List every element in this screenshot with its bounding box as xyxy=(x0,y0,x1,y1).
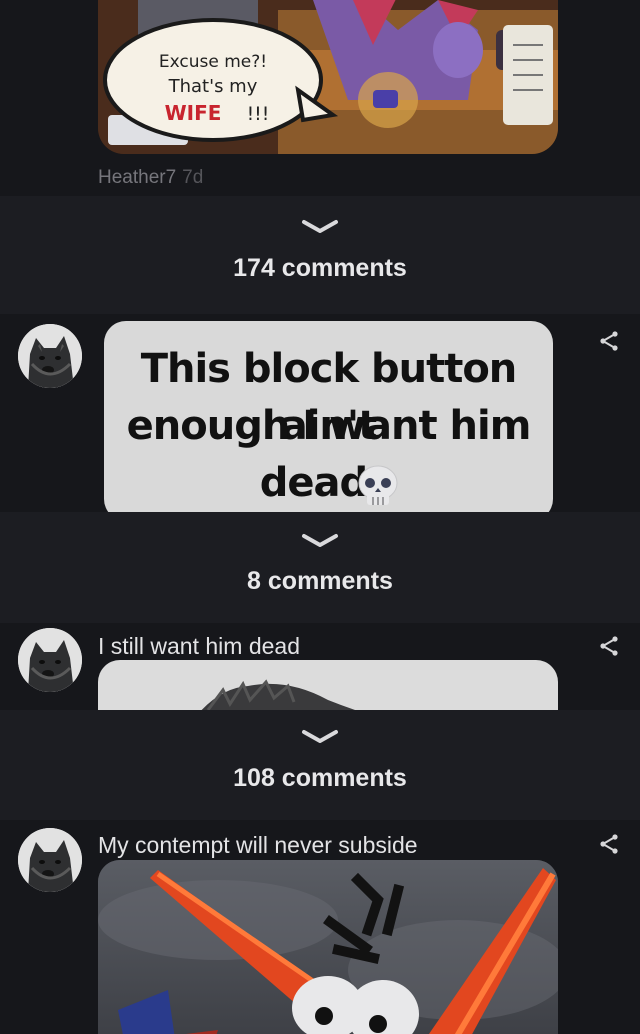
comments-block-3: 108 comments xyxy=(0,710,640,820)
comic-scene: Excuse me?! That's my WIFE !!! xyxy=(98,0,558,154)
post-1-image[interactable]: Excuse me?! That's my WIFE !!! xyxy=(98,0,558,154)
dog-avatar-icon xyxy=(18,828,82,892)
post-text: My contempt will never subside xyxy=(98,832,418,858)
hair-photo xyxy=(201,679,356,710)
post-1: Excuse me?! That's my WIFE !!! Heather7 7… xyxy=(0,0,640,196)
dog-avatar-icon xyxy=(18,628,82,692)
comic-line-3: WIFE xyxy=(165,101,222,125)
comments-count[interactable]: 8 comments xyxy=(0,567,640,596)
post-1-meta: Heather7 7d xyxy=(98,167,203,189)
skull-icon xyxy=(358,465,398,505)
character-image xyxy=(98,860,558,1034)
dog-avatar-icon xyxy=(18,324,82,388)
comments-block-1: 174 comments xyxy=(0,196,640,314)
share-icon[interactable] xyxy=(598,635,620,657)
comic-line-4: !!! xyxy=(247,103,270,125)
comments-block-2: 8 comments xyxy=(0,512,640,623)
author-name[interactable]: Heather7 xyxy=(98,167,176,188)
post-2-image[interactable]: This block button ain't enough I want hi… xyxy=(104,321,553,512)
chevron-down-icon[interactable] xyxy=(301,218,339,234)
comic-line-1: Excuse me?! xyxy=(159,52,267,72)
chevron-down-icon[interactable] xyxy=(301,728,339,744)
avatar[interactable] xyxy=(18,324,82,388)
post-4-image[interactable] xyxy=(98,860,558,1034)
comments-count[interactable]: 174 comments xyxy=(0,254,640,283)
caption-line-2: enough I want him xyxy=(126,403,532,449)
caption-line-3: dead xyxy=(259,460,368,506)
post-3: I still want him dead xyxy=(0,623,640,710)
share-icon[interactable] xyxy=(598,330,620,352)
post-3-image[interactable] xyxy=(98,660,558,710)
comments-count[interactable]: 108 comments xyxy=(0,764,640,793)
avatar[interactable] xyxy=(18,828,82,892)
share-icon[interactable] xyxy=(598,833,620,855)
post-text: I still want him dead xyxy=(98,633,300,659)
avatar[interactable] xyxy=(18,628,82,692)
post-4: My contempt will never subside xyxy=(0,820,640,1034)
comic-line-2: That's my xyxy=(168,76,258,97)
chevron-down-icon[interactable] xyxy=(301,532,339,548)
post-2: This block button ain't enough I want hi… xyxy=(0,314,640,512)
post-age: 7d xyxy=(182,167,204,188)
